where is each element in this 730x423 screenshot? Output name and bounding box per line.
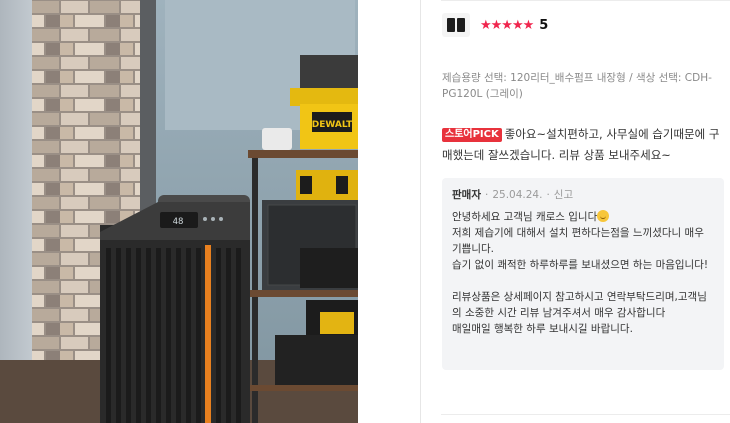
rating-score: 5 [539,17,549,33]
review-body: 스토어PICK 좋아요~설치편하고, 사무실에 습기때문에 구매했는데 잘쓰겠습니… [442,124,724,166]
reply-greeting: 안녕하세요 고객님 캐로스 입니다 [452,211,598,223]
dehumidifier-device: 48 [100,195,250,423]
rating-stars: ★★★★★ [480,17,534,33]
svg-text:DEWALT: DEWALT [312,120,353,130]
svg-text:48: 48 [173,217,184,227]
review-photo[interactable]: DEWALT 48 [0,0,358,423]
product-option: 제습용량 선택: 120리터_배수펌프 내장형 / 색상 선택: CDH-PG1… [442,72,712,100]
separator: · [484,188,489,201]
review-header: ★★★★★ 5 [442,13,548,37]
divider [441,414,730,415]
product-thumbnail[interactable] [442,13,470,37]
store-pick-badge: 스토어PICK [442,128,502,142]
report-link[interactable]: 신고 [554,187,573,202]
seller-reply: 판매자 · 25.04.24. · 신고 안녕하세요 고객님 캐로스 입니다 저… [442,178,724,370]
reply-date: 25.04.24. [492,188,543,201]
separator: · [546,188,550,201]
smile-emoji-icon [597,210,610,222]
reply-text: 저희 제습기에 대해서 설치 편하다는점을 느끼셨다니 매우 기쁩니다. 습기 … [452,227,709,335]
reply-header: 판매자 · 25.04.24. · 신고 [452,187,714,202]
seller-label: 판매자 [452,189,481,201]
divider [441,0,730,1]
reply-body: 안녕하세요 고객님 캐로스 입니다 저희 제습기에 대해서 설치 편하다는점을 … [452,209,714,337]
